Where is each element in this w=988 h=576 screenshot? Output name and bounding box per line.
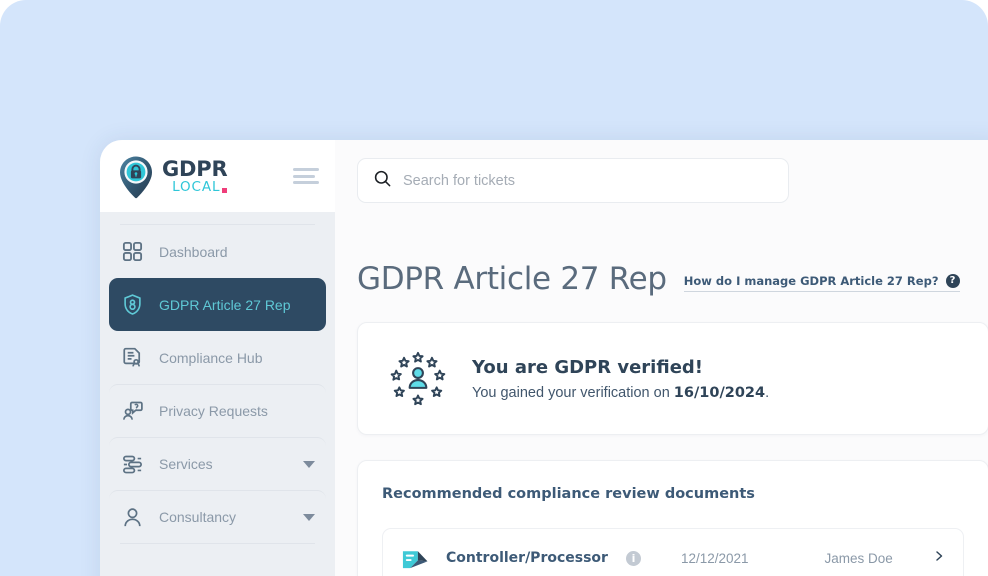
user-icon [120,505,145,530]
recommended-documents-card: Recommended compliance review documents … [357,460,988,576]
document-user-icon [120,345,145,370]
user-question-icon [120,399,145,424]
grid-icon [120,239,145,264]
page-title: GDPR Article 27 Rep [357,261,667,297]
logo-accent-dot [222,187,228,193]
verified-subtitle: You gained your verification on 16/10/20… [472,385,769,401]
page-header: GDPR Article 27 Rep How do I manage GDPR… [357,261,988,297]
screen: GDPR LOCAL Dashboard GDPR Article 27 Rep… [0,0,988,576]
sidebar-item-compliance-hub[interactable]: Compliance Hub [109,331,326,384]
document-name: Controller/Processor [446,550,608,566]
logo-gdpr-text: GDPR [162,157,228,182]
logo-local-text: LOCAL [172,179,221,196]
sidebar: GDPR LOCAL Dashboard GDPR Article 27 Rep… [100,140,335,576]
sidebar-item-consultancy[interactable]: Consultancy [109,490,326,543]
sidebar-item-dashboard[interactable]: Dashboard [109,225,326,278]
sidebar-header: GDPR LOCAL [100,140,335,212]
verified-title: You are GDPR verified! [472,356,703,378]
sidebar-item-label: GDPR Article 27 Rep [159,296,291,313]
hamburger-bar [293,174,315,178]
document-icon [402,550,428,568]
hamburger-bar [293,181,319,184]
sidebar-item-label: Dashboard [159,243,228,260]
sidebar-item-label: Consultancy [159,509,237,525]
server-stack-icon [120,452,145,477]
hamburger-bar [293,168,319,171]
documents-heading: Recommended compliance review documents [382,486,755,502]
hamburger-menu-icon[interactable] [293,166,319,186]
table-row[interactable]: Controller/Processor i 12/12/2021 James … [382,528,964,576]
search-bar[interactable] [357,158,789,203]
help-link[interactable]: How do I manage GDPR Article 27 Rep? ? [683,274,960,292]
main-content: GDPR Article 27 Rep How do I manage GDPR… [335,140,988,576]
app-window: GDPR LOCAL Dashboard GDPR Article 27 Rep… [100,140,988,576]
verified-text-block: You are GDPR verified! You gained your v… [472,357,769,401]
search-icon [373,169,392,193]
sidebar-divider [120,543,315,544]
help-question-icon[interactable]: ? [945,274,960,288]
chevron-down-icon[interactable] [303,513,315,521]
map-pin-lock-icon [120,156,152,199]
logo-text: GDPR LOCAL [162,157,228,196]
eu-stars-user-icon [390,351,446,405]
sidebar-item-label: Privacy Requests [159,403,268,419]
sidebar-item-privacy-requests[interactable]: Privacy Requests [109,384,326,437]
sidebar-nav: Dashboard GDPR Article 27 Rep Compliance… [100,212,335,544]
document-owner: James Doe [824,550,893,566]
chevron-down-icon[interactable] [303,460,315,468]
info-icon[interactable]: i [625,550,641,566]
chevron-right-icon[interactable] [933,549,945,567]
sidebar-item-gdpr-article-27-rep[interactable]: GDPR Article 27 Rep [109,278,326,331]
sidebar-item-label: Services [159,456,213,472]
sidebar-item-services[interactable]: Services [109,437,326,490]
search-input[interactable] [403,172,773,189]
document-date: 12/12/2021 [680,550,749,566]
verification-date: 16/10/2024 [673,384,766,401]
logo[interactable]: GDPR LOCAL [117,153,228,199]
logo-local-row: LOCAL [162,179,228,196]
verified-subtitle-suffix: . [765,384,770,401]
shield-8-icon [120,292,145,317]
verified-banner: You are GDPR verified! You gained your v… [357,322,988,435]
verified-subtitle-prefix: You gained your verification on [472,384,674,401]
sidebar-item-label: Compliance Hub [159,349,263,366]
help-link-label: How do I manage GDPR Article 27 Rep? [683,274,939,288]
